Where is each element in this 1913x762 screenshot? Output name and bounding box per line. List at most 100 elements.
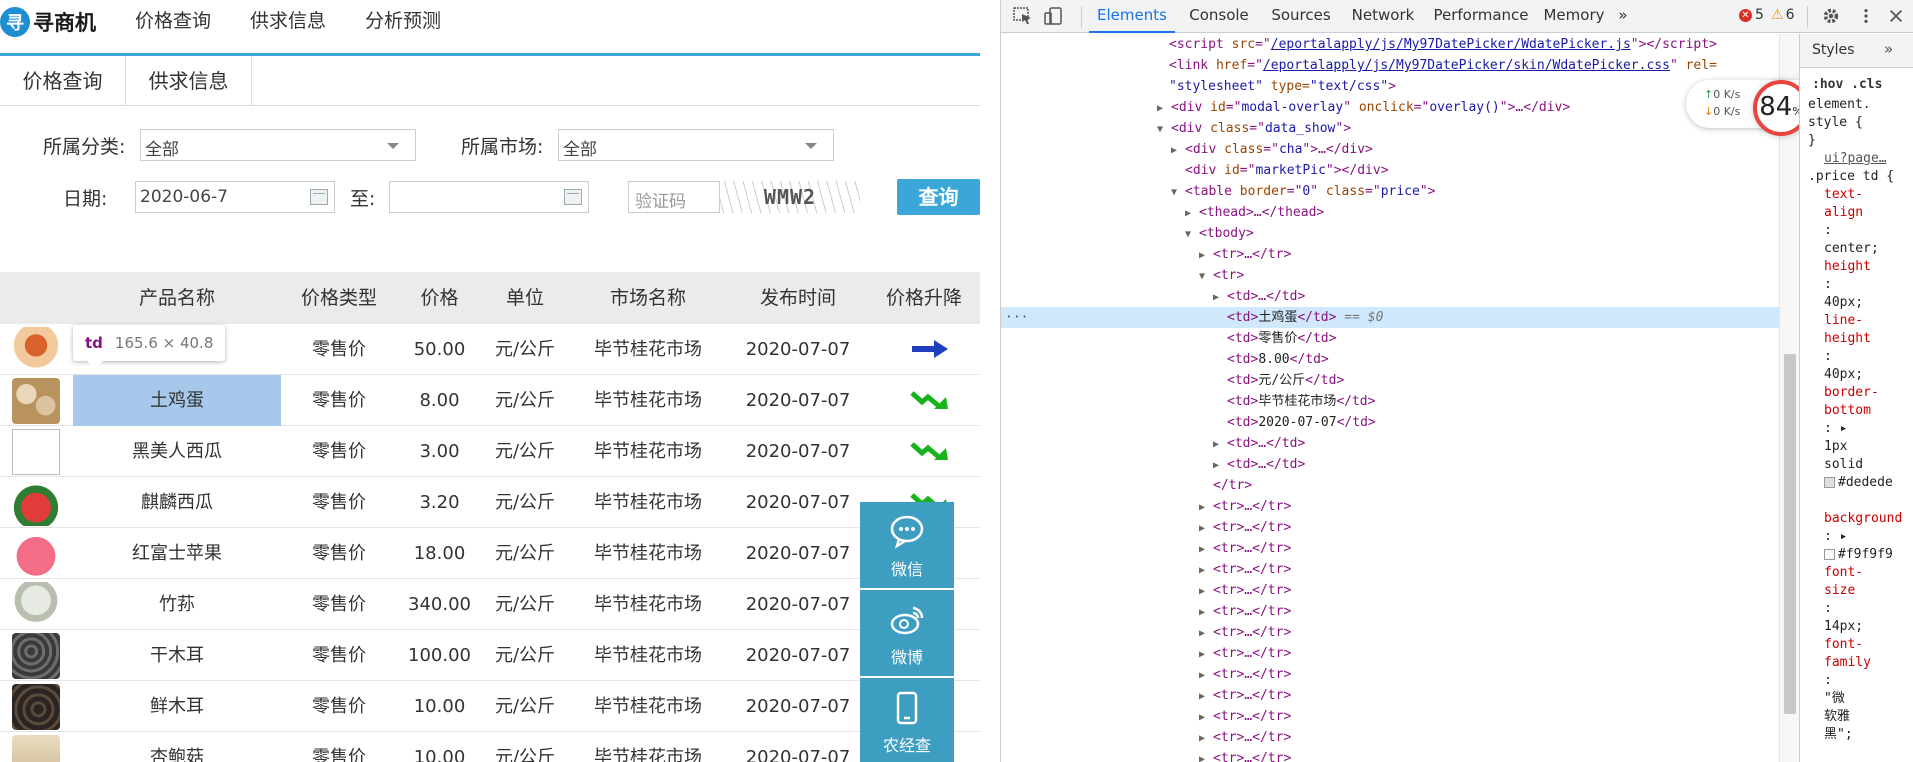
css-line[interactable]: "微 <box>1824 690 1845 708</box>
dom-line[interactable]: <td>元/公斤</td> <box>1227 370 1344 391</box>
tab-console[interactable]: Console <box>1179 0 1259 33</box>
weibo-button[interactable]: 微博 <box>860 590 954 676</box>
inspect-element-icon[interactable] <box>1013 7 1033 25</box>
css-line[interactable]: text- <box>1824 186 1863 204</box>
css-line[interactable]: : ▸ <box>1824 420 1847 438</box>
css-line[interactable]: 14px; <box>1824 618 1863 636</box>
dom-line[interactable]: <script src="/eportalapply/js/My97DatePi… <box>1169 34 1717 55</box>
css-line[interactable]: center; <box>1824 240 1879 258</box>
elements-scrollbar[interactable] <box>1779 34 1799 762</box>
dom-line[interactable]: <td>零售价</td> <box>1227 328 1336 349</box>
market-select[interactable]: 全部 <box>558 129 834 161</box>
nav-supply-demand[interactable]: 供求信息 <box>250 6 326 33</box>
dom-line[interactable]: ▶ <tr>…</tr> <box>1199 643 1291 664</box>
css-line[interactable]: size <box>1824 582 1855 600</box>
css-line[interactable]: #dedede <box>1824 474 1893 492</box>
css-line[interactable]: .price td { <box>1808 168 1894 186</box>
dom-line[interactable]: ▼ <div class="data_show"> <box>1157 118 1351 139</box>
date-to-input[interactable] <box>389 181 589 213</box>
color-swatch[interactable] <box>1824 549 1835 560</box>
nav-price-query[interactable]: 价格查询 <box>135 6 211 33</box>
css-line[interactable]: : <box>1824 276 1832 294</box>
css-line[interactable]: : <box>1824 222 1832 240</box>
css-line[interactable]: height <box>1824 330 1871 348</box>
css-line[interactable]: } <box>1808 132 1816 150</box>
dom-line[interactable]: ▶ <tr>…</tr> <box>1199 559 1291 580</box>
category-select[interactable]: 全部 <box>140 129 416 161</box>
css-line[interactable]: line- <box>1824 312 1863 330</box>
elements-tree[interactable]: <script src="/eportalapply/js/My97DatePi… <box>1001 34 1799 762</box>
dom-line[interactable]: ▶ <tr>…</tr> <box>1199 664 1291 685</box>
dom-line[interactable]: ▼ <table border="0" class="price"> <box>1171 181 1436 202</box>
tab-price-query[interactable]: 价格查询 <box>0 56 126 106</box>
query-button[interactable]: 查询 <box>897 179 980 215</box>
dom-line[interactable]: <td>8.00</td> <box>1227 349 1329 370</box>
css-line[interactable]: 软雅 <box>1824 708 1850 726</box>
dom-line[interactable]: ▶ <div id="modal-overlay" onclick="overla… <box>1157 97 1570 118</box>
css-line[interactable]: background <box>1824 510 1902 528</box>
dom-line[interactable]: ▶ <tr>…</tr> <box>1199 685 1291 706</box>
css-line[interactable]: element. <box>1808 96 1871 114</box>
css-line[interactable]: font- <box>1824 564 1863 582</box>
dom-line[interactable]: ▶ <td>…</td> <box>1213 286 1305 307</box>
dom-line[interactable]: ▶ <tr>…</tr> <box>1199 580 1291 601</box>
css-line[interactable]: border- <box>1824 384 1879 402</box>
css-line[interactable]: ui?page… <box>1824 150 1887 168</box>
site-logo[interactable]: 寻 寻商机 <box>0 4 96 40</box>
captcha-image[interactable]: WMW2 <box>720 181 860 213</box>
dom-line[interactable]: ▶ <thead>…</thead> <box>1185 202 1324 223</box>
wechat-button[interactable]: 微信 <box>860 502 954 588</box>
dom-link-href[interactable]: /eportalapply/js/My97DatePicker/skin/Wda… <box>1263 58 1670 73</box>
dom-line[interactable]: </tr> <box>1213 475 1252 496</box>
css-line[interactable]: solid <box>1824 456 1863 474</box>
dom-line[interactable]: <td>毕节桂花市场</td> <box>1227 391 1375 412</box>
tab-elements[interactable]: Elements <box>1089 0 1175 33</box>
css-line[interactable]: : <box>1824 348 1832 366</box>
ellipsis-icon[interactable]: ··· <box>1005 307 1028 328</box>
tab-sources[interactable]: Sources <box>1263 0 1339 33</box>
css-line[interactable]: height <box>1824 258 1871 276</box>
dom-line[interactable]: ▶ <tr>…</tr> <box>1199 244 1291 265</box>
close-icon[interactable] <box>1886 7 1906 25</box>
dom-line[interactable]: ▶ <div class="cha">…</div> <box>1171 139 1373 160</box>
dom-line[interactable]: <link href="/eportalapply/js/My97DatePic… <box>1169 55 1717 76</box>
error-count[interactable]: ✕ 5 <box>1739 7 1764 23</box>
css-line[interactable]: 40px; <box>1824 366 1863 384</box>
warning-count[interactable]: ⚠ 6 <box>1771 7 1794 23</box>
dom-script-src[interactable]: /eportalapply/js/My97DatePicker/WdatePic… <box>1271 37 1631 52</box>
dom-line[interactable]: ▶ <tr>…</tr> <box>1199 706 1291 727</box>
more-vertical-icon[interactable] <box>1856 7 1876 25</box>
dom-line[interactable]: ▶ <tr>…</tr> <box>1199 601 1291 622</box>
tab-memory[interactable]: Memory <box>1539 0 1609 33</box>
dom-line[interactable]: ▼ <tbody> <box>1185 223 1254 244</box>
tab-network[interactable]: Network <box>1343 0 1423 33</box>
dom-line[interactable]: ▶ <tr>…</tr> <box>1199 538 1291 559</box>
dom-line[interactable]: ▶ <tr>…</tr> <box>1199 496 1291 517</box>
device-toolbar-icon[interactable] <box>1044 7 1064 25</box>
calendar-icon[interactable] <box>310 189 328 205</box>
css-line[interactable]: : <box>1824 600 1832 618</box>
tab-performance[interactable]: Performance <box>1427 0 1535 33</box>
css-line[interactable]: #f9f9f9 <box>1824 546 1893 564</box>
dom-line[interactable]: ▶ <tr>…</tr> <box>1199 517 1291 538</box>
dom-line-selected[interactable]: ··· <td>土鸡蛋</td> == $0 <box>1001 307 1779 328</box>
tab-styles[interactable]: Styles <box>1812 42 1854 58</box>
dom-line[interactable]: ▼ <tr> <box>1199 265 1244 286</box>
tab-supply-demand[interactable]: 供求信息 <box>126 56 252 106</box>
css-line[interactable]: : ▸ <box>1824 528 1847 546</box>
css-line[interactable]: 40px; <box>1824 294 1863 312</box>
css-line[interactable]: font- <box>1824 636 1863 654</box>
date-from-input[interactable]: 2020-06-7 <box>135 181 335 213</box>
css-line[interactable]: 黑"; <box>1824 726 1853 744</box>
captcha-input[interactable]: 验证码 <box>628 181 720 213</box>
css-line[interactable]: 1px <box>1824 438 1847 456</box>
css-line[interactable]: : <box>1824 672 1832 690</box>
dom-line[interactable]: ▶ <tr>…</tr> <box>1199 748 1291 762</box>
more-tabs-button[interactable]: » <box>1611 0 1635 33</box>
nav-analysis[interactable]: 分析预测 <box>365 6 441 33</box>
dom-line[interactable]: <div id="marketPic"></div> <box>1185 160 1389 181</box>
elements-scrollbar-thumb[interactable] <box>1784 354 1796 714</box>
styles-filter-buttons[interactable]: :hov .cls <box>1812 76 1882 94</box>
dom-line[interactable]: ▶ <tr>…</tr> <box>1199 622 1291 643</box>
nongjingcha-button[interactable]: 农经查 <box>860 678 954 762</box>
